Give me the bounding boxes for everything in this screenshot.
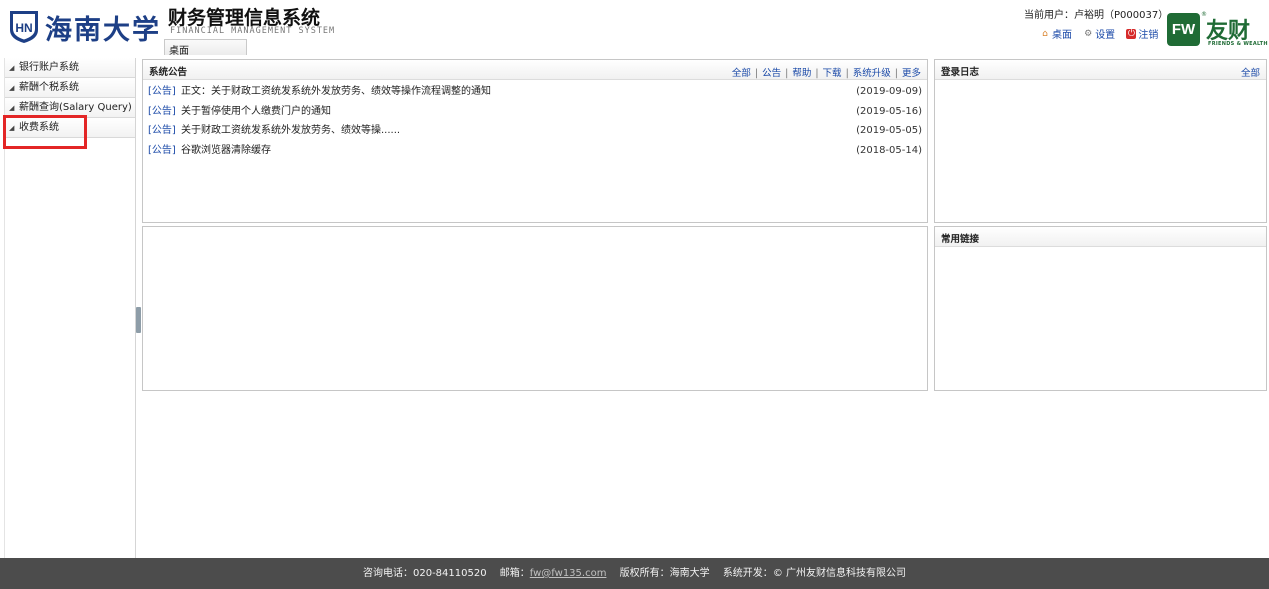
footer-phone-label: 咨询电话： (362, 568, 413, 579)
common-links-header: 常用链接 (935, 227, 1266, 247)
notice-panel-header: 系统公告 全部 | 公告 | 帮助 | 下载 | 系统升级 | 更多 (143, 60, 927, 80)
gear-icon: ⚙ (1084, 28, 1093, 39)
separator: | (815, 68, 819, 79)
notice-row[interactable]: [公告] 关于暂停使用个人缴费门户的通知 (2019-05-16) (143, 102, 927, 122)
notice-panel-links: 全部 | 公告 | 帮助 | 下载 | 系统升级 | 更多 (732, 65, 921, 79)
login-log-all-link[interactable]: 全部 (1241, 65, 1260, 79)
current-user: 当前用户：卢裕明（P000037） (1024, 10, 1169, 21)
notice-panel: 系统公告 全部 | 公告 | 帮助 | 下载 | 系统升级 | 更多 [公告] 正文：关于财政工资统… (142, 59, 928, 223)
link-all[interactable]: 全部 (732, 68, 751, 79)
link-announcement[interactable]: 公告 (762, 68, 781, 79)
sidebar-item-label: 薪酬个税系统 (19, 82, 79, 93)
link-download[interactable]: 下载 (823, 68, 842, 79)
login-log-header: 登录日志 全部 (935, 60, 1266, 80)
footer: 咨询电话：020-84110520 邮箱：fw@fw135.com 版权所有：海… (0, 558, 1269, 589)
home-link[interactable]: ⌂ 桌面 (1040, 26, 1072, 42)
link-system-upgrade[interactable]: 系统升级 (853, 68, 891, 79)
tab-desktop[interactable]: 桌面 (164, 39, 247, 57)
notice-row[interactable]: [公告] 正文：关于财政工资统发系统外发放劳务、绩效等操作流程调整的通知 (20… (143, 82, 927, 102)
separator: | (785, 68, 789, 79)
sidebar-item-label: 薪酬查询(Salary Query) (19, 102, 132, 113)
link-help[interactable]: 帮助 (792, 68, 811, 79)
notice-row[interactable]: [公告] 谷歌浏览器清除缓存 (2018-05-14) (143, 141, 927, 161)
settings-link[interactable]: ⚙ 设置 (1083, 26, 1116, 42)
logout-link[interactable]: ⏻ 注销 (1126, 26, 1158, 41)
home-link-label: 桌面 (1052, 30, 1072, 41)
footer-phone: 020-84110520 (412, 568, 487, 579)
sidebar-item-salary-tax[interactable]: ◢ 薪酬个税系统 (5, 78, 135, 98)
footer-copyright: 海南大学 (669, 568, 710, 579)
settings-link-label: 设置 (1095, 30, 1116, 41)
notice-tag[interactable]: [公告] (148, 121, 176, 141)
footer-developer-label: 系统开发： (722, 568, 773, 579)
link-more[interactable]: 更多 (902, 68, 921, 79)
university-name: 海南大学 (45, 15, 161, 46)
sidebar-collapse-handle[interactable] (136, 307, 141, 333)
top-links: ⌂ 桌面 ⚙ 设置 ⏻ 注销 (1040, 26, 1166, 41)
separator: | (894, 68, 898, 79)
brand-logo: FW (1167, 13, 1200, 46)
notice-row[interactable]: [公告] 关于财政工资统发系统外发放劳务、绩效等操...... (2019-05… (143, 121, 927, 141)
svg-text:HN: HN (15, 21, 32, 35)
expand-triangle-icon: ◢ (9, 84, 15, 92)
brand-tagline: FRIENDS & WEALTH (1208, 41, 1268, 47)
highlight-box (3, 115, 87, 149)
notice-text[interactable]: 关于暂停使用个人缴费门户的通知 (181, 102, 331, 122)
footer-email-label: 邮箱： (499, 568, 530, 579)
notice-date: (2019-05-16) (856, 105, 922, 117)
header: HN 海南大学 财务管理信息系统 FINANCIAL MANAGEMENT SY… (0, 0, 1269, 57)
footer-email-link[interactable]: fw@fw135.com (530, 568, 607, 579)
notice-text[interactable]: 关于财政工资统发系统外发放劳务、绩效等操...... (181, 121, 400, 141)
notice-text[interactable]: 谷歌浏览器清除缓存 (181, 141, 271, 161)
footer-copyright-label: 版权所有： (619, 568, 670, 579)
system-subtitle: FINANCIAL MANAGEMENT SYSTEM (170, 26, 336, 36)
sidebar-item-bank-account[interactable]: ◢ 银行账户系统 (5, 58, 135, 78)
expand-triangle-icon: ◢ (9, 64, 15, 72)
notice-date: (2018-05-14) (856, 144, 922, 156)
notice-date: (2019-09-09) (856, 86, 922, 97)
content-panel (142, 226, 928, 391)
notice-tag[interactable]: [公告] (148, 82, 176, 102)
notice-tag[interactable]: [公告] (148, 102, 176, 122)
separator: | (754, 68, 759, 79)
footer-developer: © 广州友财信息科技有限公司 (772, 568, 906, 579)
common-links-panel: 常用链接 (934, 226, 1267, 391)
notice-text[interactable]: 正文：关于财政工资统发系统外发放劳务、绩效等操作流程调整的通知 (181, 82, 491, 102)
login-log-title: 登录日志 (941, 67, 980, 78)
notice-list: [公告] 正文：关于财政工资统发系统外发放劳务、绩效等操作流程调整的通知 (20… (143, 80, 927, 160)
notice-date: (2019-05-05) (856, 125, 922, 136)
power-icon: ⏻ (1126, 28, 1137, 39)
logout-link-label: 注销 (1138, 30, 1159, 41)
sidebar-item-label: 银行账户系统 (19, 62, 79, 73)
notice-tag[interactable]: [公告] (148, 141, 176, 161)
separator: | (845, 68, 849, 79)
home-icon: ⌂ (1042, 28, 1048, 39)
common-links-title: 常用链接 (941, 234, 980, 245)
university-logo-icon: HN (8, 8, 40, 44)
notice-panel-title: 系统公告 (149, 67, 188, 78)
login-log-panel: 登录日志 全部 (934, 59, 1267, 223)
